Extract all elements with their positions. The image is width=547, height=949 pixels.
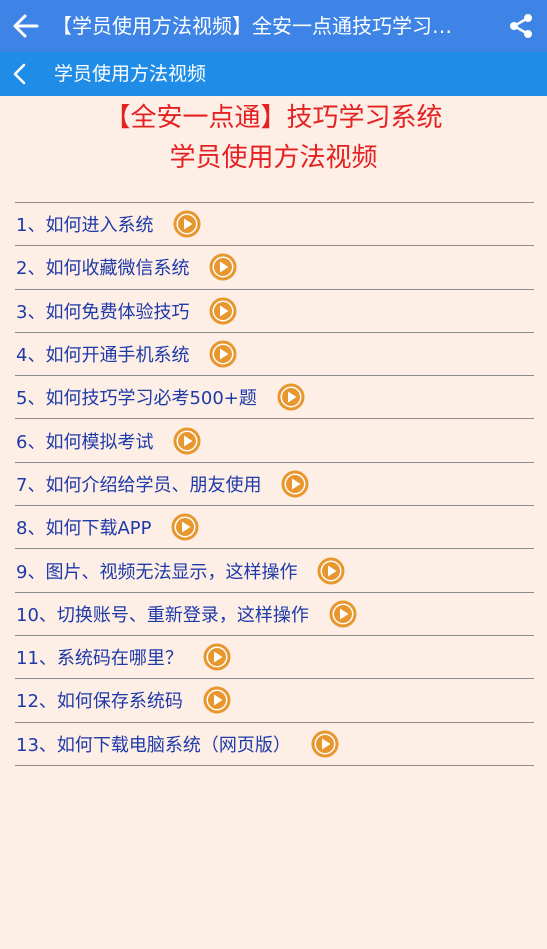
app-bar-title: 【学员使用方法视频】全安一点通技巧学习…: [52, 14, 452, 38]
page-heading: 【全安一点通】技巧学习系统 学员使用方法视频: [0, 96, 547, 178]
sub-header-title: 学员使用方法视频: [54, 63, 207, 85]
play-icon[interactable]: [317, 557, 345, 585]
video-item-label: 6、如何模拟考试: [16, 431, 154, 453]
play-icon[interactable]: [329, 600, 357, 628]
video-item-10[interactable]: 10、切换账号、重新登录，这样操作: [15, 593, 534, 636]
video-list: 1、如何进入系统 2、如何收藏微信系统 3、如何免费体验技巧 4、如何开通手机系…: [15, 202, 534, 766]
video-item-label: 2、如何收藏微信系统: [16, 258, 190, 280]
video-item-label: 9、图片、视频无法显示，这样操作: [16, 561, 298, 583]
video-item-label: 10、切换账号、重新登录，这样操作: [16, 604, 309, 626]
play-icon[interactable]: [209, 297, 237, 325]
video-item-label: 13、如何下载电脑系统（网页版）: [16, 734, 291, 756]
app-bar: 【学员使用方法视频】全安一点通技巧学习…: [0, 0, 547, 52]
play-icon[interactable]: [203, 686, 231, 714]
play-icon[interactable]: [173, 427, 201, 455]
chevron-left-icon: [13, 63, 26, 85]
video-item-3[interactable]: 3、如何免费体验技巧: [15, 290, 534, 333]
play-icon[interactable]: [173, 210, 201, 238]
play-icon[interactable]: [277, 383, 305, 411]
play-icon[interactable]: [209, 340, 237, 368]
video-item-9[interactable]: 9、图片、视频无法显示，这样操作: [15, 549, 534, 593]
play-icon[interactable]: [203, 643, 231, 671]
video-item-label: 1、如何进入系统: [16, 215, 154, 237]
heading-line-2: 学员使用方法视频: [169, 143, 378, 173]
video-item-label: 7、如何介绍给学员、朋友使用: [16, 474, 262, 496]
sub-header: 学员使用方法视频: [0, 52, 547, 96]
play-icon[interactable]: [311, 730, 339, 758]
video-item-7[interactable]: 7、如何介绍给学员、朋友使用: [15, 463, 534, 507]
video-item-label: 12、如何保存系统码: [16, 691, 183, 713]
video-item-4[interactable]: 4、如何开通手机系统: [15, 333, 534, 377]
play-icon[interactable]: [281, 470, 309, 498]
video-item-11[interactable]: 11、系统码在哪里？: [15, 636, 534, 680]
video-item-1[interactable]: 1、如何进入系统: [15, 203, 534, 247]
video-item-label: 4、如何开通手机系统: [16, 345, 190, 367]
video-item-2[interactable]: 2、如何收藏微信系统: [15, 246, 534, 290]
video-item-label: 3、如何免费体验技巧: [16, 301, 190, 323]
back-button[interactable]: [8, 8, 44, 44]
play-icon[interactable]: [209, 253, 237, 281]
video-item-label: 5、如何技巧学习必考500+题: [16, 388, 257, 410]
share-button[interactable]: [503, 8, 539, 44]
video-item-13[interactable]: 13、如何下载电脑系统（网页版）: [15, 723, 534, 766]
video-item-label: 8、如何下载APP: [16, 518, 152, 540]
video-item-8[interactable]: 8、如何下载APP: [15, 506, 534, 550]
video-item-6[interactable]: 6、如何模拟考试: [15, 419, 534, 463]
heading-line-1: 【全安一点通】技巧学习系统: [104, 103, 443, 133]
video-item-5[interactable]: 5、如何技巧学习必考500+题: [15, 376, 534, 420]
play-icon[interactable]: [171, 513, 199, 541]
sub-back-button[interactable]: [4, 58, 36, 90]
video-item-12[interactable]: 12、如何保存系统码: [15, 679, 534, 723]
video-item-label: 11、系统码在哪里？: [16, 648, 183, 670]
arrow-left-icon: [13, 14, 39, 38]
share-icon: [510, 14, 532, 38]
